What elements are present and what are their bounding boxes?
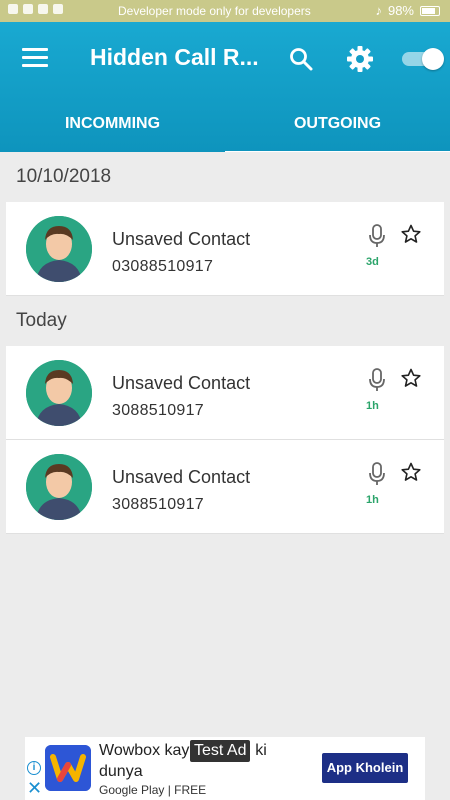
developer-mode-notice: Developer mode only for developers	[118, 4, 311, 18]
call-list[interactable]: 10/10/2018 Unsaved Contact 03088510917 3…	[0, 152, 450, 734]
menu-icon[interactable]	[22, 48, 48, 68]
ad-title: Wowbox kay sath Aaj ki dunya	[99, 742, 267, 780]
call-age: 1h	[366, 400, 379, 412]
app-title: Hidden Call R...	[90, 44, 259, 70]
test-ad-badge: Test Ad	[190, 740, 251, 762]
battery-level: 98%	[387, 3, 414, 18]
avatar-icon	[26, 454, 92, 520]
call-row[interactable]: Unsaved Contact 3088510917 1h	[6, 440, 444, 534]
ad-price: FREE	[174, 783, 207, 797]
call-age: 3d	[366, 256, 379, 268]
star-icon[interactable]	[401, 368, 421, 388]
contact-number: 3088510917	[112, 496, 204, 513]
call-row[interactable]: Unsaved Contact 3088510917 1h	[6, 346, 444, 440]
date-header: Today	[16, 310, 67, 331]
contact-name: Unsaved Contact	[112, 373, 251, 393]
bell-icon: ♪	[375, 3, 382, 18]
contact-number: 3088510917	[112, 402, 204, 419]
contact-number: 03088510917	[112, 258, 214, 275]
tab-incomming[interactable]: INCOMMING	[0, 112, 225, 154]
microphone-icon	[369, 224, 385, 247]
call-age: 1h	[366, 494, 379, 506]
ad-meta: Google Play | FREE	[99, 783, 206, 797]
tab-bar: INCOMMING OUTGOING	[0, 112, 450, 154]
search-icon[interactable]	[288, 46, 314, 72]
gear-icon[interactable]	[346, 45, 374, 73]
date-header: 10/10/2018	[16, 166, 112, 187]
signal-icon	[8, 4, 18, 14]
star-icon[interactable]	[401, 462, 421, 482]
call-row[interactable]: Unsaved Contact 03088510917 3d	[6, 202, 444, 296]
status-right: ♪ 98%	[375, 3, 440, 18]
install-button[interactable]: App Kholein	[322, 753, 408, 783]
status-bar: Developer mode only for developers ♪ 98%	[0, 0, 450, 22]
microphone-icon	[369, 462, 385, 485]
wifi-icon	[23, 4, 33, 14]
star-icon[interactable]	[401, 224, 421, 244]
message-icon	[53, 4, 63, 14]
avatar-icon	[26, 360, 92, 426]
contact-name: Unsaved Contact	[112, 229, 251, 249]
ad-store: Google Play	[99, 783, 165, 797]
notification-icons	[8, 4, 63, 14]
toggle-thumb	[422, 48, 444, 70]
ad-banner[interactable]: i ✕ Wowbox kay sath Aaj ki dunya Test Ad…	[25, 737, 425, 800]
app-bar: Hidden Call R... INCOMMING OUTGOING	[0, 22, 450, 154]
app-logo-icon	[45, 745, 91, 791]
notification-icon	[38, 4, 48, 14]
recording-toggle[interactable]	[402, 48, 444, 70]
avatar-icon	[26, 216, 92, 282]
ad-info-icon[interactable]: i	[27, 761, 41, 775]
microphone-icon	[369, 368, 385, 391]
ad-close-icon[interactable]: ✕	[27, 779, 42, 797]
contact-name: Unsaved Contact	[112, 467, 251, 487]
battery-icon	[420, 5, 440, 16]
tab-outgoing[interactable]: OUTGOING	[225, 112, 450, 154]
